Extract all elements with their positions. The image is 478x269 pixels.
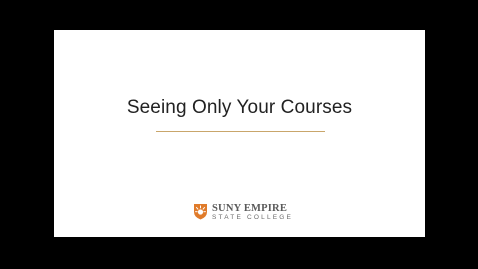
logo-wordmark-line2: STATE COLLEGE	[212, 214, 294, 221]
title-divider	[156, 131, 325, 132]
sun-rays-shield-icon	[194, 204, 207, 220]
logo-wordmark-line1: SUNY EMPIRE	[212, 203, 288, 214]
suny-empire-logo: SUNY EMPIRE STATE COLLEGE	[193, 203, 293, 223]
presentation-slide: Seeing Only Your Courses SUNY EMPIRE STA…	[54, 30, 425, 237]
video-frame: Seeing Only Your Courses SUNY EMPIRE STA…	[0, 0, 478, 269]
slide-title: Seeing Only Your Courses	[126, 97, 353, 118]
